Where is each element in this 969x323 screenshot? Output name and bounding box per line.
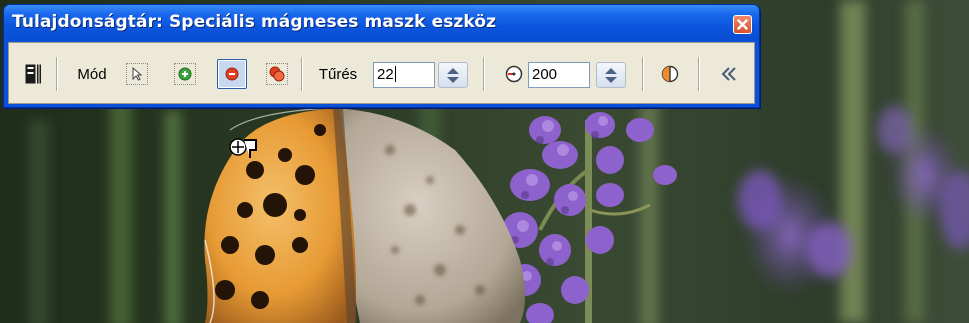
radius-input[interactable]: 200 <box>528 62 590 88</box>
overlap-circles-icon <box>269 66 285 82</box>
property-bar-window: Tulajdonságtár: Speciális mágneses maszk… <box>3 4 760 108</box>
radius-gauge-icon <box>505 65 523 83</box>
title-bar[interactable]: Tulajdonságtár: Speciális mágneses maszk… <box>4 5 759 41</box>
tolerance-label: Tűrés <box>318 65 358 83</box>
tolerance-spinner[interactable] <box>438 62 468 88</box>
spin-up-icon[interactable] <box>447 67 459 74</box>
panel-toggle-button[interactable] <box>23 43 43 105</box>
separator <box>642 57 644 91</box>
invert-button[interactable] <box>658 43 682 105</box>
half-circle-icon <box>661 65 679 83</box>
spin-down-icon[interactable] <box>447 76 459 83</box>
spin-up-icon[interactable] <box>605 67 617 74</box>
mode-add-button[interactable] <box>170 43 200 105</box>
collapse-button[interactable] <box>717 43 741 105</box>
mode-intersect-button[interactable] <box>262 43 292 105</box>
panel-toggle-icon <box>25 64 41 84</box>
separator <box>698 57 700 91</box>
separator <box>301 57 303 91</box>
toolbar: Mód Tűrés 22 200 <box>8 42 755 104</box>
separator <box>56 57 58 91</box>
close-icon <box>737 19 748 30</box>
close-button[interactable] <box>733 15 752 34</box>
tolerance-input[interactable]: 22 <box>373 62 435 88</box>
spin-down-icon[interactable] <box>605 76 617 83</box>
radius-icon-wrap <box>503 43 525 105</box>
minus-circle-icon <box>225 67 239 81</box>
window-title: Tulajdonságtár: Speciális mágneses maszk… <box>12 12 497 32</box>
arrow-cursor-icon <box>132 67 143 81</box>
plus-circle-icon <box>178 67 192 81</box>
radius-spinner[interactable] <box>596 62 626 88</box>
double-chevron-left-icon <box>721 67 736 81</box>
mode-select-button[interactable] <box>122 43 152 105</box>
separator <box>483 57 485 91</box>
mode-subtract-button[interactable] <box>214 43 250 105</box>
mode-label: Mód <box>77 65 107 83</box>
